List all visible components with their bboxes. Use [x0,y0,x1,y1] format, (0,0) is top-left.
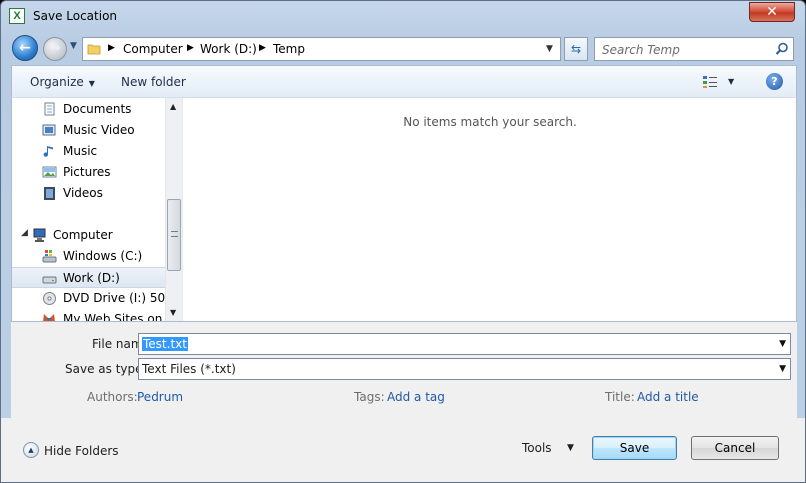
music-icon [43,146,53,157]
recent-pages-chevron-down-icon[interactable]: ▼ [70,41,77,51]
nav-item-computer[interactable]: ◢ Computer [12,225,165,246]
nav-item-label: Work (D:) [63,271,120,285]
nav-item-dvd-drive[interactable]: DVD Drive (I:) 5000 [12,288,165,309]
back-arrow-icon: ← [19,40,31,56]
add-tag-link[interactable]: Add a tag [387,390,445,404]
view-options-chevron-down-icon[interactable]: ▼ [728,77,734,86]
command-toolbar: Organize ▼ New folder ▼ ? [11,65,797,97]
hide-folders-chevron-up-icon[interactable]: ▲ [23,442,39,458]
search-input[interactable]: Search Temp [594,37,794,61]
file-list-area[interactable]: No items match your search. [182,98,796,321]
scroll-down-icon[interactable]: ▼ [170,308,176,317]
organize-label: Organize [30,75,84,89]
file-name-value: Test.txt [142,337,188,351]
address-bar[interactable]: ▶ Computer ▶ Work (D:) ▶ Temp ▼ [82,37,561,61]
nav-item-label: My Web Sites on M [63,312,165,321]
cancel-button[interactable]: Cancel [691,436,779,460]
nav-item-music-video[interactable]: Music Video [12,120,165,141]
breadcrumb-temp[interactable]: Temp [273,42,305,56]
refresh-icon: ⇆ [570,42,582,56]
windows-drive-icon [42,250,57,263]
hide-folders-button[interactable]: Hide Folders [44,444,119,458]
nav-item-label: Pictures [63,165,111,179]
drive-icon [42,276,57,284]
nav-item-pictures[interactable]: Pictures [12,162,165,183]
dialog-footer: ▲ Hide Folders Tools ▼ Save Cancel [1,418,805,482]
computer-icon [33,228,46,242]
refresh-button[interactable]: ⇆ [564,37,588,61]
scroll-up-icon[interactable]: ▲ [170,102,176,111]
breadcrumb-work-d[interactable]: Work (D:) [200,42,257,56]
forward-arrow-icon: → [49,41,61,56]
nav-item-videos[interactable]: Videos [12,183,165,204]
grip-icon [171,231,178,237]
scrollbar-thumb[interactable] [167,199,181,271]
excel-app-icon: X [9,8,25,24]
folder-icon [87,44,101,55]
nav-item-label: Documents [63,102,132,116]
expand-chevron-icon[interactable]: ◢ [21,228,28,238]
nav-item-music[interactable]: Music [12,141,165,162]
tools-button[interactable]: Tools [522,441,552,455]
navigation-pane[interactable]: Documents Music Video Music Pictures Vid… [12,98,165,321]
tags-label: Tags: [354,390,385,404]
save-type-select[interactable]: Text Files (*.txt) ▼ [138,358,791,380]
web-sites-icon [43,314,55,321]
file-name-field[interactable]: Test.txt ▼ [138,333,791,355]
close-icon: ✕ [766,4,778,20]
pictures-icon [42,166,57,178]
change-view-icon[interactable] [702,75,718,89]
breadcrumb-separator-icon[interactable]: ▶ [259,43,266,53]
chevron-down-icon: ▼ [88,79,95,88]
search-icon[interactable] [775,42,789,56]
close-button[interactable]: ✕ [749,2,795,22]
nav-item-windows-c[interactable]: Windows (C:) [12,246,165,267]
file-name-chevron-down-icon[interactable]: ▼ [779,339,786,349]
nav-item-label: Music Video [63,123,135,137]
breadcrumb-computer[interactable]: Computer [123,42,183,56]
nav-item-label: Music [63,144,98,158]
add-title-link[interactable]: Add a title [637,390,699,404]
nav-item-label: DVD Drive (I:) 5000 [63,291,165,305]
breadcrumb-separator-icon[interactable]: ▶ [187,43,194,53]
forward-button[interactable]: → [43,37,67,61]
music-video-icon [42,124,56,136]
save-button[interactable]: Save [592,436,677,460]
navigation-bar: ← → ▼ ▶ Computer ▶ Work (D:) ▶ Temp ▼ ⇆ … [1,33,805,63]
nav-item-label: Windows (C:) [63,249,143,263]
title-bar[interactable]: X Save Location ✕ [1,1,805,33]
authors-label: Authors: [87,390,138,404]
save-details-panel: File name: Test.txt ▼ Save as type: Text… [11,322,797,418]
videos-icon [44,187,55,200]
documents-icon [44,102,55,116]
nav-item-documents[interactable]: Documents [12,99,165,120]
browser-panes: Documents Music Video Music Pictures Vid… [11,97,797,322]
empty-message: No items match your search. [403,115,577,129]
navigation-scrollbar[interactable]: ▲ ▼ [165,98,182,321]
address-dropdown-chevron-down-icon[interactable]: ▼ [546,44,553,54]
breadcrumb-separator-icon[interactable]: ▶ [108,43,115,53]
save-type-chevron-down-icon[interactable]: ▼ [779,364,786,374]
help-icon[interactable]: ? [766,73,783,90]
authors-value[interactable]: Pedrum [137,390,183,404]
new-folder-button[interactable]: New folder [121,75,186,89]
nav-item-label: Videos [63,186,103,200]
title-label: Title: [605,390,635,404]
save-type-label: Save as type: [65,362,147,376]
save-type-value: Text Files (*.txt) [142,362,236,376]
search-placeholder: Search Temp [602,43,680,57]
organize-button[interactable]: Organize ▼ [30,75,95,89]
nav-item-work-d[interactable]: Work (D:) [12,267,165,288]
dvd-drive-icon [43,292,56,305]
window-title: Save Location [33,9,118,23]
save-location-dialog: X Save Location ✕ ← → ▼ ▶ Computer ▶ Wor… [0,0,806,483]
tools-chevron-down-icon[interactable]: ▼ [567,443,574,453]
nav-item-label: Computer [53,228,113,242]
nav-item-my-web-sites[interactable]: My Web Sites on M [12,309,165,321]
back-button[interactable]: ← [12,35,38,61]
